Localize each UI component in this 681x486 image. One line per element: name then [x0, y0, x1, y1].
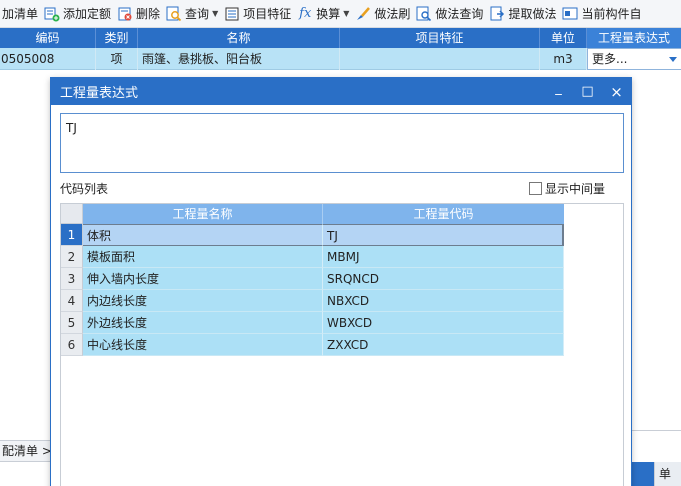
delete-button[interactable]: 删除 — [115, 0, 164, 27]
row-index: 6 — [61, 334, 83, 356]
row-index: 1 — [61, 224, 83, 246]
table-row[interactable]: 4 内边线长度 NBXCD — [61, 290, 623, 312]
code-list-table: 工程量名称 工程量代码 1 体积 TJ 2 模板面积 MBMJ 3 伸入墙内长度… — [60, 203, 624, 486]
show-intermediate-toggle[interactable]: 显示中间量 — [529, 180, 605, 197]
show-intermediate-label: 显示中间量 — [545, 182, 606, 196]
table-row[interactable]: 5 外边线长度 WBXCD — [61, 312, 623, 334]
toolbar: 加清单 添加定额 删除 查询 ▼ 项目特征 fx 换算 ▼ 做法刷 做法查询 提… — [0, 0, 681, 28]
cell-category[interactable]: 项 — [96, 48, 138, 70]
row-index: 3 — [61, 268, 83, 290]
expr-select[interactable]: 更多... — [587, 48, 681, 70]
bottom-header-unit[interactable]: 单位 — [654, 462, 681, 486]
code-list-label: 代码列表 — [60, 182, 109, 196]
code-table-header: 工程量名称 工程量代码 — [61, 204, 623, 224]
method-query-button[interactable]: 做法查询 — [414, 0, 487, 27]
current-component-button[interactable]: 当前构件自 — [560, 0, 645, 27]
minimize-icon: _ — [555, 81, 562, 96]
query-icon — [166, 6, 182, 22]
project-feature-button[interactable]: 项目特征 — [222, 0, 295, 27]
row-index: 4 — [61, 290, 83, 312]
cell-quantity-code[interactable]: WBXCD — [323, 312, 564, 334]
cell-unit[interactable]: m3 — [540, 48, 587, 70]
table-row[interactable]: 0505008 项 雨篷、悬挑板、阳台板 m3 更多... — [0, 48, 681, 70]
add-quota-button[interactable]: 添加定额 — [42, 0, 115, 27]
delete-icon — [117, 6, 133, 22]
col-header-quantity-code[interactable]: 工程量代码 — [323, 204, 564, 224]
cell-quantity-code[interactable]: MBMJ — [323, 246, 564, 268]
grid-header: 编码 类别 名称 项目特征 单位 工程量表达式 — [0, 28, 681, 48]
col-header-code[interactable]: 编码 — [0, 28, 96, 48]
col-header-expr[interactable]: 工程量表达式 — [587, 28, 681, 48]
cell-quantity-name[interactable]: 外边线长度 — [83, 312, 323, 334]
add-list-button[interactable]: 加清单 — [0, 0, 42, 27]
extract-icon — [489, 6, 505, 22]
row-index: 5 — [61, 312, 83, 334]
brush-icon — [355, 6, 371, 22]
component-icon — [562, 6, 578, 22]
table-row[interactable]: 1 体积 TJ — [61, 224, 623, 246]
cell-quantity-name[interactable]: 体积 — [83, 224, 323, 246]
minimize-button[interactable]: _ — [544, 78, 573, 105]
col-header-category[interactable]: 类别 — [96, 28, 138, 48]
chevron-down-icon[interactable]: ▼ — [343, 9, 349, 18]
cell-feature[interactable] — [340, 48, 540, 70]
col-header-quantity-name[interactable]: 工程量名称 — [83, 204, 323, 224]
maximize-icon: □ — [581, 84, 594, 99]
dialog-title-bar[interactable]: 工程量表达式 _ □ × — [51, 78, 631, 105]
cell-quantity-name[interactable]: 模板面积 — [83, 246, 323, 268]
query-button[interactable]: 查询 ▼ — [164, 0, 222, 27]
convert-button[interactable]: fx 换算 ▼ — [295, 0, 353, 27]
extract-method-button[interactable]: 提取做法 — [487, 0, 560, 27]
cell-quantity-code[interactable]: SRQNCD — [323, 268, 564, 290]
row-index: 2 — [61, 246, 83, 268]
cell-quantity-name[interactable]: 内边线长度 — [83, 290, 323, 312]
chevron-down-icon — [669, 56, 677, 62]
col-header-name[interactable]: 名称 — [138, 28, 340, 48]
cell-quantity-name[interactable]: 伸入墙内长度 — [83, 268, 323, 290]
bottom-divider — [632, 430, 681, 436]
table-corner — [61, 204, 83, 224]
cell-name[interactable]: 雨篷、悬挑板、阳台板 — [138, 48, 340, 70]
cell-quantity-name[interactable]: 中心线长度 — [83, 334, 323, 356]
chevron-down-icon[interactable]: ▼ — [212, 9, 218, 18]
expression-input[interactable]: TJ — [60, 113, 624, 173]
show-intermediate-checkbox[interactable] — [529, 182, 542, 195]
method-query-icon — [416, 6, 432, 22]
cell-code[interactable]: 0505008 — [0, 48, 96, 70]
cell-quantity-code[interactable]: ZXXCD — [323, 334, 564, 356]
cell-quantity-code[interactable]: NBXCD — [323, 290, 564, 312]
bottom-grid-header: 单位 — [632, 462, 681, 486]
cell-quantity-code[interactable]: TJ — [323, 224, 564, 246]
table-row[interactable]: 6 中心线长度 ZXXCD — [61, 334, 623, 356]
fx-icon: fx — [299, 5, 312, 21]
feature-icon — [224, 6, 240, 22]
method-brush-button[interactable]: 做法刷 — [353, 0, 414, 27]
col-header-unit[interactable]: 单位 — [540, 28, 587, 48]
dialog-title: 工程量表达式 — [60, 86, 139, 101]
expression-dialog: 工程量表达式 _ □ × TJ 代码列表 显示中间量 工程量名称 工程量代码 1… — [50, 77, 632, 486]
col-header-feature[interactable]: 项目特征 — [340, 28, 540, 48]
bottom-header-selected — [632, 462, 654, 486]
maximize-button[interactable]: □ — [573, 78, 602, 105]
close-button[interactable]: × — [602, 78, 631, 105]
table-row[interactable]: 3 伸入墙内长度 SRQNCD — [61, 268, 623, 290]
close-icon: × — [610, 82, 623, 101]
table-row[interactable]: 2 模板面积 MBMJ — [61, 246, 623, 268]
add-quota-icon — [44, 6, 60, 22]
